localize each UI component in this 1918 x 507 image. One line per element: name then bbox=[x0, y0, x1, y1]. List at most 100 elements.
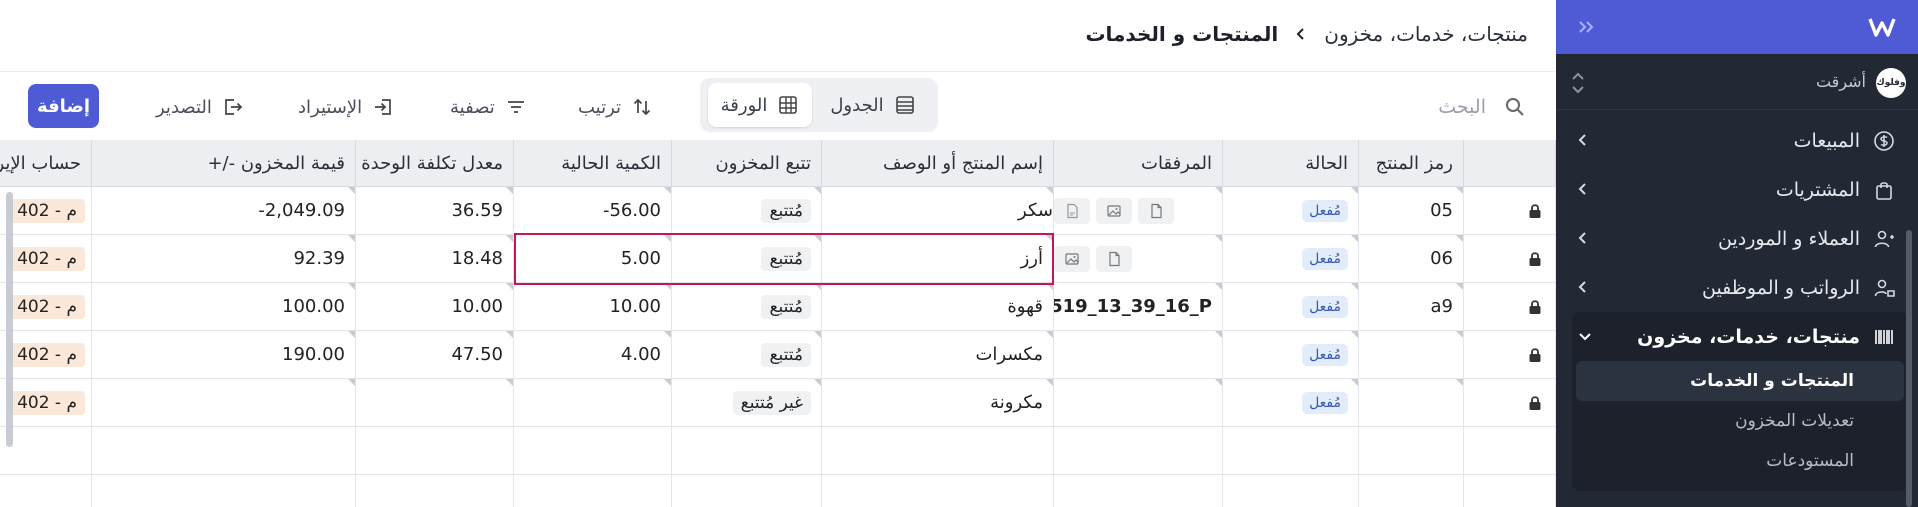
cell-qty[interactable]: -56.00 bbox=[514, 187, 672, 234]
search-box[interactable] bbox=[1386, 88, 1526, 126]
cell-attachments[interactable] bbox=[1054, 331, 1223, 378]
breadcrumb-parent-link[interactable]: منتجات، خدمات، مخزون bbox=[1324, 22, 1528, 46]
image-icon[interactable] bbox=[1054, 245, 1090, 272]
file-icon[interactable] bbox=[1138, 197, 1174, 224]
sidebar-scrollbar[interactable] bbox=[1906, 230, 1912, 507]
sidebar-subitem-products-services[interactable]: المنتجات و الخدمات bbox=[1576, 361, 1904, 401]
cell-code[interactable]: a9 bbox=[1359, 283, 1464, 330]
view-sheet-button[interactable]: الورقة bbox=[708, 83, 812, 127]
column-header-name[interactable]: إسم المنتج أو الوصف bbox=[822, 140, 1054, 186]
sidebar-subitem-warehouses[interactable]: المستودعات bbox=[1576, 441, 1904, 481]
sidebar-item-sales[interactable]: المبيعات bbox=[1556, 116, 1918, 165]
column-header-qty[interactable]: الكمية الحالية bbox=[514, 140, 672, 186]
cell-stock-value[interactable]: -2,049.09 bbox=[92, 187, 356, 234]
empty-cell[interactable] bbox=[1054, 475, 1223, 507]
empty-cell[interactable] bbox=[356, 475, 514, 507]
table-row[interactable]: مُفعل مكسرات مُتتبع 4.00 47.50 190.00 40… bbox=[0, 331, 1556, 379]
column-header-status[interactable]: الحالة bbox=[1223, 140, 1359, 186]
file-icon[interactable] bbox=[1096, 245, 1132, 272]
cell-tracking[interactable]: غير مُتتبع bbox=[672, 379, 822, 426]
cell-unit-cost[interactable]: 36.59 bbox=[356, 187, 514, 234]
empty-row[interactable] bbox=[0, 427, 1556, 475]
cell-stock-value[interactable]: 92.39 bbox=[92, 235, 356, 282]
cell-stock-value[interactable] bbox=[92, 379, 356, 426]
sidebar-item-payroll-employees[interactable]: الرواتب و الموظفين bbox=[1556, 263, 1918, 312]
empty-cell[interactable] bbox=[822, 427, 1054, 474]
empty-row[interactable] bbox=[0, 475, 1556, 507]
table-row[interactable]: 05 مُفعل سكر مُتتبع -56.00 36.59 -2,049.… bbox=[0, 187, 1556, 235]
empty-cell[interactable] bbox=[1359, 427, 1464, 474]
cell-account[interactable]: 402 - م bbox=[0, 235, 92, 282]
empty-cell[interactable] bbox=[822, 475, 1054, 507]
empty-cell[interactable] bbox=[672, 427, 822, 474]
empty-cell[interactable] bbox=[92, 475, 356, 507]
cell-account[interactable]: 402 - م bbox=[0, 331, 92, 378]
empty-cell[interactable] bbox=[1359, 475, 1464, 507]
column-header-code[interactable]: رمز المنتج bbox=[1359, 140, 1464, 186]
empty-cell[interactable] bbox=[672, 475, 822, 507]
sidebar-item-inventory[interactable]: منتجات، خدمات، مخزون bbox=[1572, 312, 1908, 361]
cell-unit-cost[interactable]: 47.50 bbox=[356, 331, 514, 378]
cell-status[interactable]: مُفعل bbox=[1223, 283, 1359, 330]
table-row[interactable]: a9 مُفعل 0519_13_39_16_P قهوة مُتتبع 10.… bbox=[0, 283, 1556, 331]
cell-attachments[interactable]: 0519_13_39_16_P bbox=[1054, 283, 1223, 330]
empty-cell[interactable] bbox=[1464, 475, 1556, 507]
import-button[interactable]: الإستيراد bbox=[298, 92, 394, 122]
empty-cell[interactable] bbox=[92, 427, 356, 474]
cell-account[interactable]: 402 - م bbox=[0, 283, 92, 330]
empty-cell[interactable] bbox=[356, 427, 514, 474]
empty-cell[interactable] bbox=[0, 475, 92, 507]
empty-cell[interactable] bbox=[1054, 427, 1223, 474]
cell-name[interactable]: مكسرات bbox=[822, 331, 1054, 378]
cell-unit-cost[interactable]: 10.00 bbox=[356, 283, 514, 330]
sidebar-item-customers-suppliers[interactable]: العملاء و الموردين bbox=[1556, 214, 1918, 263]
export-button[interactable]: التصدير bbox=[156, 92, 244, 122]
cell-stock-value[interactable]: 100.00 bbox=[92, 283, 356, 330]
cell-code[interactable] bbox=[1359, 379, 1464, 426]
table-row[interactable]: 06 مُفعل أرز مُتتبع 5.00 18.48 92.39 402… bbox=[0, 235, 1556, 283]
cell-code[interactable]: 06 bbox=[1359, 235, 1464, 282]
cell-status[interactable]: مُفعل bbox=[1223, 235, 1359, 282]
cell-account[interactable]: 402 - م bbox=[0, 379, 92, 426]
column-header-account[interactable]: حساب الإير bbox=[0, 140, 92, 186]
cell-qty[interactable]: 5.00 bbox=[514, 235, 672, 282]
cell-name[interactable]: قهوة bbox=[822, 283, 1054, 330]
cell-qty[interactable]: 10.00 bbox=[514, 283, 672, 330]
column-header-stock-value[interactable]: قيمة المخزون -/+ bbox=[92, 140, 356, 186]
grid-scrollbar[interactable] bbox=[6, 192, 13, 447]
empty-cell[interactable] bbox=[514, 427, 672, 474]
column-header-tracking[interactable]: تتبع المخزون bbox=[672, 140, 822, 186]
empty-cell[interactable] bbox=[514, 475, 672, 507]
empty-cell[interactable] bbox=[1464, 427, 1556, 474]
cell-stock-value[interactable]: 190.00 bbox=[92, 331, 356, 378]
cell-status[interactable]: مُفعل bbox=[1223, 187, 1359, 234]
column-header-unit-cost[interactable]: معدل تكلفة الوحدة bbox=[356, 140, 514, 186]
cell-code[interactable] bbox=[1359, 331, 1464, 378]
sort-button[interactable]: ترتيب bbox=[578, 92, 653, 122]
view-table-button[interactable]: الجدول bbox=[812, 83, 934, 127]
empty-cell[interactable] bbox=[1223, 427, 1359, 474]
empty-cell[interactable] bbox=[0, 427, 92, 474]
cell-code[interactable]: 05 bbox=[1359, 187, 1464, 234]
column-header-attachments[interactable]: المرفقات bbox=[1054, 140, 1223, 186]
cell-tracking[interactable]: مُتتبع bbox=[672, 235, 822, 282]
cell-tracking[interactable]: مُتتبع bbox=[672, 283, 822, 330]
empty-cell[interactable] bbox=[1223, 475, 1359, 507]
cell-qty[interactable] bbox=[514, 379, 672, 426]
table-row[interactable]: مُفعل مكرونة غير مُتتبع 402 - م bbox=[0, 379, 1556, 427]
cell-status[interactable]: مُفعل bbox=[1223, 331, 1359, 378]
cell-status[interactable]: مُفعل bbox=[1223, 379, 1359, 426]
cell-tracking[interactable]: مُتتبع bbox=[672, 331, 822, 378]
search-input[interactable] bbox=[1386, 96, 1486, 118]
cell-account[interactable]: 402 - م bbox=[0, 187, 92, 234]
company-switcher[interactable]: وفلوك أشرقت bbox=[1556, 54, 1918, 110]
collapse-sidebar-icon[interactable] bbox=[1576, 17, 1596, 37]
filter-button[interactable]: تصفية bbox=[450, 92, 527, 122]
image-icon[interactable] bbox=[1096, 197, 1132, 224]
cell-name[interactable]: سكر bbox=[822, 187, 1054, 234]
cell-unit-cost[interactable]: 18.48 bbox=[356, 235, 514, 282]
sidebar-subitem-inventory-adjustments[interactable]: تعديلات المخزون bbox=[1576, 401, 1904, 441]
cell-qty[interactable]: 4.00 bbox=[514, 331, 672, 378]
cell-unit-cost[interactable] bbox=[356, 379, 514, 426]
add-button[interactable]: إضافة bbox=[28, 84, 99, 128]
